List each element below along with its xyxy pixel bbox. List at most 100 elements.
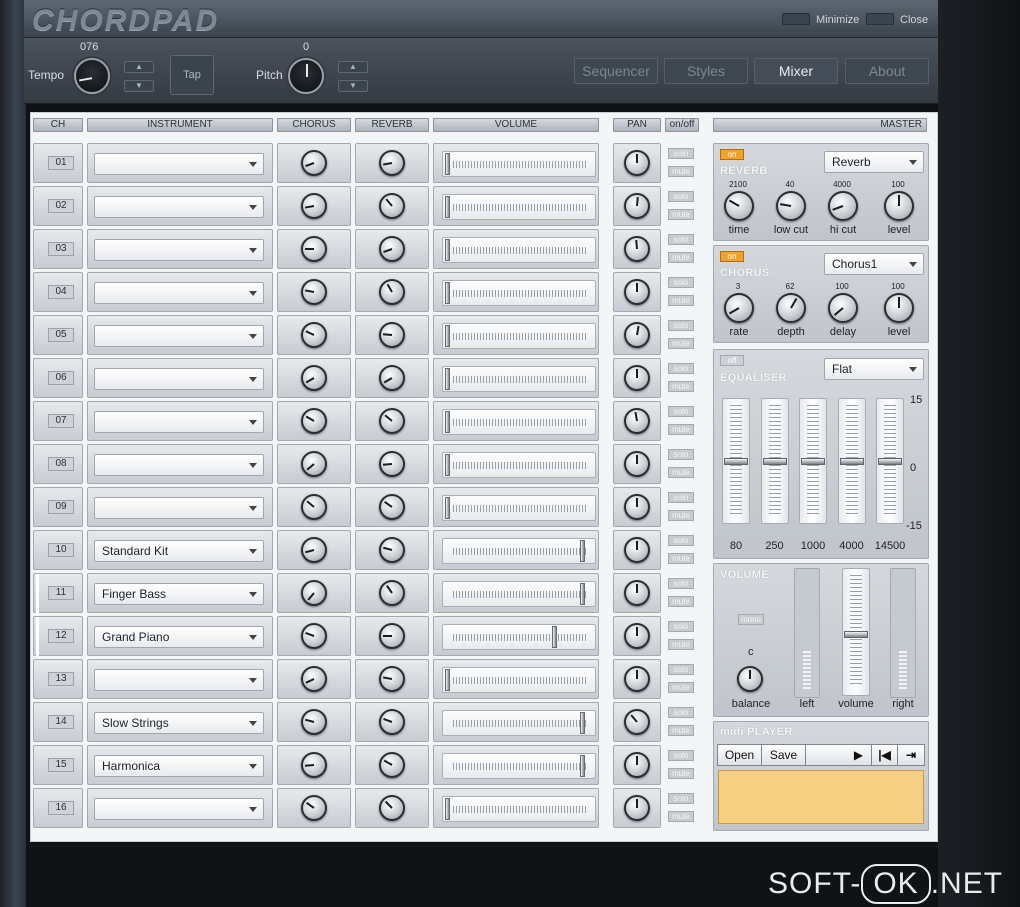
solo-button[interactable]: solo [668,234,694,245]
volume-slider-thumb[interactable] [551,626,557,648]
chorus-knob[interactable] [301,580,327,606]
chorus-rate-knob[interactable] [724,293,754,323]
eq-band-thumb[interactable] [724,458,748,465]
eq-band-slider[interactable] [799,398,827,524]
chorus-knob[interactable] [301,494,327,520]
eq-band-slider[interactable] [837,398,866,524]
volume-slider-thumb[interactable] [445,153,450,175]
volume-slider-thumb[interactable] [445,282,450,304]
instrument-select[interactable] [94,368,264,390]
solo-button[interactable]: solo [668,578,694,589]
tab-sequencer[interactable]: Sequencer [574,58,658,84]
mute-button[interactable]: mute [668,295,694,306]
pan-knob[interactable] [624,580,650,606]
mute-button[interactable]: mute [668,338,694,349]
volume-slider[interactable] [442,581,596,607]
master-volume-thumb[interactable] [844,631,868,638]
equaliser-off-toggle[interactable]: off [720,355,744,366]
solo-button[interactable]: solo [668,535,694,546]
volume-slider[interactable] [442,710,596,736]
rewind-button[interactable]: |◀ [872,745,898,765]
instrument-select[interactable] [94,669,264,691]
chorus-knob[interactable] [301,322,327,348]
pan-knob[interactable] [624,795,650,821]
solo-button[interactable]: solo [668,148,694,159]
volume-slider-thumb[interactable] [445,325,450,347]
minimize-label[interactable]: Minimize [816,14,859,26]
eq-band-thumb[interactable] [801,458,825,465]
tempo-knob[interactable] [74,58,110,94]
instrument-select[interactable] [94,153,264,175]
volume-slider[interactable] [442,366,596,392]
reverb-time-knob[interactable] [724,191,754,221]
pitch-up-button[interactable]: ▲ [338,61,368,73]
volume-slider-thumb[interactable] [445,196,450,218]
pan-knob[interactable] [624,322,650,348]
solo-button[interactable]: solo [668,707,694,718]
instrument-select[interactable]: Finger Bass [94,583,264,605]
chorus-knob[interactable] [301,795,327,821]
reverb-knob[interactable] [379,322,405,348]
mute-button[interactable]: mute [668,166,694,177]
pan-knob[interactable] [624,150,650,176]
volume-slider-thumb[interactable] [445,411,450,433]
volume-slider-thumb[interactable] [445,798,450,820]
minimize-button[interactable] [782,13,810,25]
save-button[interactable]: Save [762,745,806,765]
solo-button[interactable]: solo [668,191,694,202]
volume-slider-thumb[interactable] [579,583,585,605]
reverb-preset-select[interactable]: Reverb [824,151,924,173]
volume-slider-thumb[interactable] [579,755,585,777]
solo-button[interactable]: solo [668,621,694,632]
pan-knob[interactable] [624,236,650,262]
volume-slider[interactable] [442,237,596,263]
reverb-knob[interactable] [379,623,405,649]
reverb-knob[interactable] [379,795,405,821]
volume-slider[interactable] [442,151,596,177]
volume-slider-thumb[interactable] [579,712,585,734]
reverb-knob[interactable] [379,580,405,606]
pan-knob[interactable] [624,752,650,778]
chorus-knob[interactable] [301,537,327,563]
chorus-level-knob[interactable] [884,293,914,323]
instrument-select[interactable] [94,325,264,347]
volume-slider-thumb[interactable] [445,497,450,519]
tempo-down-button[interactable]: ▼ [124,80,154,92]
reverb-level-knob[interactable] [884,191,914,221]
solo-button[interactable]: solo [668,449,694,460]
solo-button[interactable]: solo [668,363,694,374]
chorus-knob[interactable] [301,752,327,778]
mute-button[interactable]: mute [668,725,694,736]
pan-knob[interactable] [624,193,650,219]
solo-button[interactable]: solo [668,492,694,503]
instrument-select[interactable]: Standard Kit [94,540,264,562]
instrument-select[interactable] [94,411,264,433]
volume-slider[interactable] [442,409,596,435]
mute-button[interactable]: mute [668,467,694,478]
close-label[interactable]: Close [900,14,928,26]
pan-knob[interactable] [624,666,650,692]
pan-knob[interactable] [624,408,650,434]
volume-slider[interactable] [442,624,596,650]
pan-knob[interactable] [624,623,650,649]
pan-knob[interactable] [624,451,650,477]
volume-slider[interactable] [442,796,596,822]
mute-button[interactable]: mute [668,553,694,564]
chorus-delay-knob[interactable] [828,293,858,323]
volume-slider-thumb[interactable] [445,368,450,390]
mute-button[interactable]: mute [668,510,694,521]
chorus-knob[interactable] [301,451,327,477]
reverb-knob[interactable] [379,537,405,563]
reverb-on-toggle[interactable]: on [720,149,744,160]
chorus-knob[interactable] [301,709,327,735]
mute-button[interactable]: mute [668,682,694,693]
pan-knob[interactable] [624,365,650,391]
reverb-knob[interactable] [379,279,405,305]
reverb-knob[interactable] [379,752,405,778]
mute-button[interactable]: mute [668,424,694,435]
eq-band-thumb[interactable] [762,458,787,465]
volume-slider[interactable] [442,194,596,220]
volume-slider[interactable] [442,280,596,306]
mute-button[interactable]: mute [668,209,694,220]
chorus-knob[interactable] [301,193,327,219]
